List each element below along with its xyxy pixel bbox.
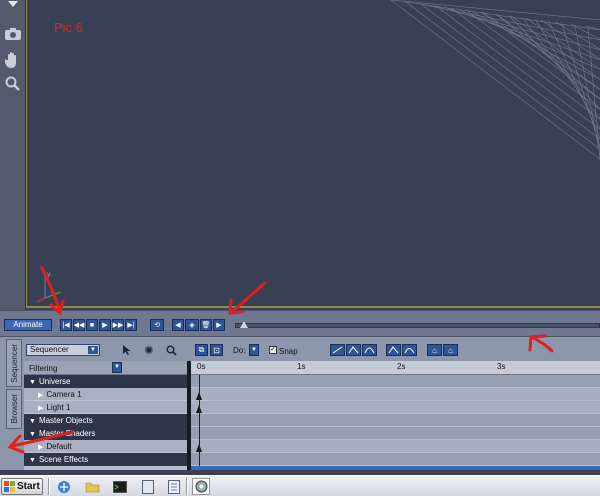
- app-task-icon[interactable]: [192, 478, 210, 495]
- annotation-arrows: [7, 266, 554, 454]
- browser-icon[interactable]: [56, 479, 72, 494]
- terminal-icon[interactable]: [112, 479, 128, 494]
- windows-logo-icon: [4, 481, 15, 492]
- taskbar-divider: [48, 478, 50, 495]
- document-icon[interactable]: [166, 479, 182, 494]
- folder-icon[interactable]: [84, 479, 100, 494]
- app-window: Pic 6 y Animate |◀ ◀◀ ■ ▶ ▶▶ ▶| ⟲ ◀ ◈ 🗑 …: [0, 0, 600, 496]
- taskbar: Start: [0, 475, 600, 496]
- taskbar-divider: [186, 478, 188, 495]
- start-button[interactable]: Start: [1, 478, 43, 495]
- window-icon[interactable]: [140, 479, 156, 494]
